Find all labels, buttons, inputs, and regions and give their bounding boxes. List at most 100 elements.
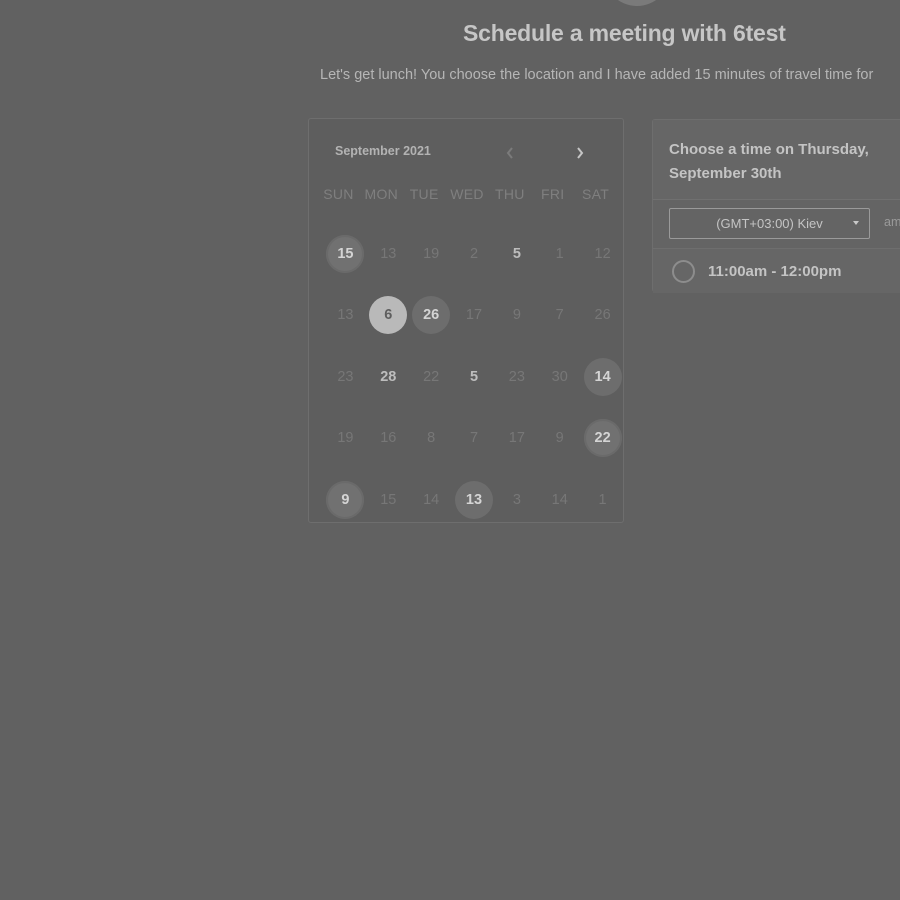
timezone-select[interactable]: (GMT+03:00) Kiev <box>669 208 870 239</box>
calendar-day: 28 <box>367 358 410 396</box>
time-slot-label: 11:00am - 12:00pm <box>708 262 842 280</box>
calendar-day: 17 <box>495 419 538 457</box>
calendar-day: 5 <box>453 358 496 396</box>
calendar-day-label: 16 <box>380 430 397 447</box>
calendar-day-label: 12 <box>594 245 611 262</box>
calendar-day-label: 13 <box>380 245 397 262</box>
weekday-label: THU <box>495 186 525 202</box>
calendar-day-label: 9 <box>512 307 521 324</box>
calendar-day-label: 14 <box>583 357 622 396</box>
caret-down-icon <box>853 221 859 225</box>
calendar-day[interactable]: 14 <box>581 357 624 396</box>
calendar-day-selected[interactable]: 6 <box>367 296 410 335</box>
calendar-day: 17 <box>453 296 496 334</box>
calendar-day: 16 <box>367 419 410 457</box>
weekday-label: SUN <box>323 186 354 202</box>
calendar-day[interactable]: 26 <box>410 296 453 335</box>
weekday-label: MON <box>364 186 399 202</box>
calendar-day: 13 <box>324 296 367 334</box>
calendar-day: 1 <box>581 481 624 519</box>
calendar-day[interactable]: 22 <box>581 419 624 458</box>
calendar-day-label: 19 <box>423 245 440 262</box>
calendar-day: 14 <box>410 481 453 519</box>
calendar-day-label: 26 <box>594 307 611 324</box>
calendar-day-label: 23 <box>337 368 354 385</box>
calendar-day-label: 23 <box>508 368 525 385</box>
calendar-day-label: 17 <box>508 430 525 447</box>
calendar-day: 3 <box>495 481 538 519</box>
calendar-day-label: 3 <box>512 491 521 508</box>
scheduler-page: Schedule a meeting with 6test Let's get … <box>0 0 900 900</box>
calendar: September 2021 SUN MON TUE WED THU FRI S… <box>308 118 624 523</box>
calendar-day: 13 <box>367 235 410 273</box>
calendar-day-label: 7 <box>469 430 479 447</box>
calendar-day: 23 <box>324 358 367 396</box>
calendar-day-label: 15 <box>380 491 397 508</box>
calendar-day: 14 <box>538 481 581 519</box>
time-slot-option[interactable]: 11:00am - 12:00pm <box>653 248 900 293</box>
calendar-day[interactable]: 9 <box>324 480 367 519</box>
calendar-day: 12 <box>581 235 624 273</box>
weekday-label: WED <box>450 186 484 202</box>
calendar-day[interactable]: 13 <box>453 480 496 519</box>
calendar-day-label: 7 <box>555 307 564 324</box>
calendar-day-label: 9 <box>555 430 564 447</box>
calendar-day: 8 <box>410 419 453 457</box>
calendar-day: 15 <box>367 481 410 519</box>
time-panel-heading: Choose a time on Thursday, September 30t… <box>653 120 900 200</box>
calendar-week-row: 13 6 26 17 9 7 26 <box>324 285 624 347</box>
weekday-header-row: SUN MON TUE WED THU FRI SAT <box>317 186 617 202</box>
weekday-label: SAT <box>582 186 610 202</box>
calendar-day-label: 6 <box>369 296 408 335</box>
calendar-week-row: 15 13 19 2 5 1 12 <box>324 223 624 285</box>
calendar-day-label: 30 <box>551 368 568 385</box>
calendar-day: 23 <box>495 358 538 396</box>
time-format-toggle[interactable]: am <box>884 215 900 229</box>
calendar-day-label: 8 <box>427 430 436 447</box>
calendar-week-row: 23 28 22 5 23 30 14 <box>324 346 624 408</box>
calendar-day-label: 15 <box>326 234 365 273</box>
time-selection-panel: Choose a time on Thursday, September 30t… <box>652 119 900 293</box>
calendar-day-label: 1 <box>598 491 607 508</box>
calendar-week-row: 19 16 8 7 17 9 22 <box>324 408 624 470</box>
calendar-day[interactable]: 15 <box>324 234 367 273</box>
calendar-day: 30 <box>538 358 581 396</box>
calendar-day-label: 22 <box>423 368 440 385</box>
calendar-day-label: 17 <box>465 307 483 324</box>
calendar-day-label: 19 <box>337 430 354 447</box>
next-month-button[interactable] <box>568 141 592 165</box>
page-title: Schedule a meeting with 6test <box>463 20 786 46</box>
weekday-label: TUE <box>409 186 439 202</box>
calendar-day: 9 <box>495 296 538 334</box>
calendar-day-label: 14 <box>423 491 440 508</box>
calendar-day: 26 <box>581 296 624 334</box>
calendar-day-grid: 15 13 19 2 5 1 12 13 6 26 17 9 7 26 23 28 22 5 23 30 14 19 16 8… <box>324 223 624 531</box>
calendar-day-label: 13 <box>337 307 354 324</box>
calendar-day: 19 <box>324 419 367 457</box>
calendar-day: 1 <box>538 235 581 273</box>
calendar-month-label: September 2021 <box>335 144 431 158</box>
chevron-right-icon <box>577 147 584 159</box>
previous-month-button[interactable] <box>498 141 522 165</box>
chevron-left-icon <box>506 147 513 159</box>
weekday-label: FRI <box>541 186 565 202</box>
calendar-day: 7 <box>453 419 496 457</box>
calendar-day: 2 <box>453 235 496 273</box>
calendar-day-label: 5 <box>469 368 479 385</box>
calendar-day-label: 9 <box>326 480 365 519</box>
calendar-day-label: 22 <box>583 419 622 458</box>
calendar-day: 9 <box>538 419 581 457</box>
calendar-day-label: 14 <box>551 491 568 508</box>
timezone-value: (GMT+03:00) Kiev <box>716 216 823 231</box>
radio-button-icon[interactable] <box>672 259 695 283</box>
calendar-day-label: 13 <box>455 480 493 519</box>
calendar-day-label: 1 <box>555 245 564 262</box>
page-subtitle: Let's get lunch! You choose the location… <box>320 67 874 83</box>
calendar-day: 19 <box>410 235 453 273</box>
calendar-day-label: 5 <box>512 245 521 262</box>
calendar-day: 7 <box>538 296 581 334</box>
calendar-day: 22 <box>410 358 453 396</box>
calendar-day: 5 <box>495 235 538 273</box>
avatar <box>604 0 670 6</box>
calendar-day-label: 26 <box>412 296 451 335</box>
